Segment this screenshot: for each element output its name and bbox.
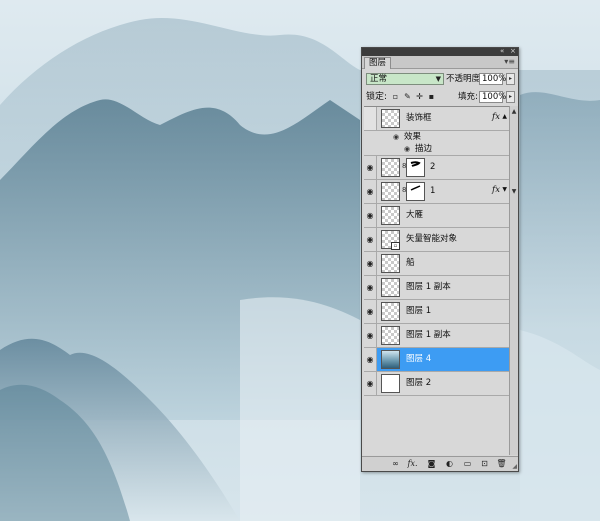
new-layer-icon[interactable]: ⊡	[479, 459, 490, 469]
eye-icon[interactable]: ◉	[393, 131, 399, 143]
eye-icon[interactable]: ◉	[364, 324, 377, 347]
lock-all-icon[interactable]: ▪	[427, 91, 436, 103]
expand-up-icon[interactable]: ▲	[502, 113, 507, 120]
layer-thumbnail	[381, 278, 400, 297]
lock-label: 锁定:	[366, 92, 388, 102]
stroke-effect-row[interactable]: ◉ 描边	[364, 143, 509, 156]
trash-icon[interactable]: 🗑	[496, 459, 507, 469]
layer-row[interactable]: ◉ ▫ 矢量智能对象	[364, 228, 509, 252]
effects-label: 效果	[404, 132, 422, 142]
eye-icon[interactable]: ◉	[404, 143, 410, 155]
layer-row[interactable]: ◉ 船	[364, 252, 509, 276]
layer-thumbnail	[381, 206, 400, 225]
layer-row[interactable]: 装饰框 fx ▲	[364, 107, 509, 131]
lock-options: ▫ ✎ ✛ ▪	[391, 91, 436, 103]
layer-name: 图层 1 副本	[406, 330, 451, 340]
layer-name: 矢量智能对象	[406, 234, 458, 244]
opacity-input[interactable]: 100%	[479, 73, 506, 85]
layer-row[interactable]: ◉ 8 1 fx ▼	[364, 180, 509, 204]
layer-name: 1	[430, 186, 436, 196]
layer-thumbnail	[381, 326, 400, 345]
eye-icon[interactable]: ◉	[364, 180, 377, 203]
layer-row[interactable]: ◉ 图层 1 副本	[364, 324, 509, 348]
scroll-down-icon[interactable]: ▼	[510, 188, 518, 196]
lock-image-icon[interactable]: ✎	[403, 91, 412, 103]
smart-object-icon: ▫	[391, 242, 400, 250]
eye-icon[interactable]: ◉	[364, 228, 377, 251]
adjustment-layer-icon[interactable]: ◐	[444, 459, 455, 469]
visibility-toggle-empty[interactable]	[364, 107, 377, 130]
panel-footer: ∞ fx. ◙ ◐ ▭ ⊡ 🗑 ◢	[362, 456, 518, 471]
layer-thumbnail	[381, 302, 400, 321]
layer-mask-thumbnail[interactable]	[406, 182, 425, 201]
fill-input[interactable]: 100%	[479, 91, 506, 103]
lock-transparency-icon[interactable]: ▫	[391, 91, 400, 103]
link-layers-icon[interactable]: ∞	[390, 459, 401, 469]
lock-position-icon[interactable]: ✛	[415, 91, 424, 103]
layer-mask-thumbnail[interactable]	[406, 158, 425, 177]
close-icon[interactable]: ×	[510, 46, 516, 56]
panel-tab-row: 图层 ▾≡	[362, 56, 518, 69]
fx-icon[interactable]: fx	[492, 185, 500, 195]
layer-thumbnail	[381, 254, 400, 273]
mask-stroke-icon	[410, 161, 421, 167]
eye-icon[interactable]: ◉	[364, 348, 377, 371]
panel-menu-icon[interactable]: ▾≡	[504, 56, 515, 68]
stroke-label: 描边	[415, 144, 433, 154]
layer-row[interactable]: ◉ 图层 1	[364, 300, 509, 324]
layer-name: 装饰框	[406, 113, 432, 123]
layer-list: 装饰框 fx ▲ ◉ 效果 ◉ 描边 ◉ 8 2 ◉ 8 1 fx ▼ ◉ 大雁…	[364, 106, 509, 455]
fill-stepper[interactable]: ▸	[506, 91, 515, 103]
layer-name: 图层 2	[406, 378, 432, 388]
eye-icon[interactable]: ◉	[364, 252, 377, 275]
layer-row[interactable]: ◉ 图层 1 副本	[364, 276, 509, 300]
add-mask-icon[interactable]: ◙	[426, 459, 437, 469]
layer-name: 图层 1 副本	[406, 282, 451, 292]
fx-icon[interactable]: fx	[492, 112, 500, 122]
layer-row[interactable]: ◉ 图层 2	[364, 372, 509, 396]
new-group-icon[interactable]: ▭	[462, 459, 473, 469]
opacity-label: 不透明度:	[446, 74, 483, 84]
layer-name: 图层 1	[406, 306, 432, 316]
chevron-down-icon: ▼	[435, 75, 441, 83]
layer-thumbnail	[381, 350, 400, 369]
layer-name: 2	[430, 162, 436, 172]
layers-panel: « × 图层 ▾≡ 正常 ▼ 不透明度: 100% ▸ 锁定: ▫ ✎ ✛ ▪ …	[361, 47, 519, 472]
eye-icon[interactable]: ◉	[364, 156, 377, 179]
fill-label: 填充:	[458, 92, 478, 102]
expand-down-icon[interactable]: ▼	[502, 186, 507, 193]
collapse-icon[interactable]: «	[500, 46, 504, 56]
layer-thumbnail	[381, 374, 400, 393]
layer-thumbnail	[381, 109, 400, 128]
opacity-stepper[interactable]: ▸	[506, 73, 515, 85]
resize-grip-icon[interactable]: ◢	[512, 463, 517, 470]
mask-stroke-icon	[410, 185, 421, 191]
layer-name: 图层 4	[406, 354, 432, 364]
eye-icon[interactable]: ◉	[364, 372, 377, 395]
layer-thumbnail	[381, 158, 400, 177]
fx-icon[interactable]: fx.	[407, 459, 418, 469]
tab-layers[interactable]: 图层	[364, 57, 392, 69]
layer-name: 大雁	[406, 210, 424, 220]
eye-icon[interactable]: ◉	[364, 204, 377, 227]
layer-row[interactable]: ◉ 8 2	[364, 156, 509, 180]
blend-mode-value: 正常	[370, 74, 388, 84]
effects-row[interactable]: ◉ 效果	[364, 131, 509, 143]
layer-name: 船	[406, 258, 415, 268]
layer-thumbnail	[381, 182, 400, 201]
layer-row-selected[interactable]: ◉ 图层 4	[364, 348, 509, 372]
panel-titlebar[interactable]: « ×	[362, 46, 518, 56]
layer-scrollbar[interactable]: ▲ ▼	[509, 106, 518, 455]
scroll-up-icon[interactable]: ▲	[510, 108, 518, 116]
eye-icon[interactable]: ◉	[364, 300, 377, 323]
blend-mode-select[interactable]: 正常 ▼	[366, 73, 444, 85]
layer-row[interactable]: ◉ 大雁	[364, 204, 509, 228]
eye-icon[interactable]: ◉	[364, 276, 377, 299]
